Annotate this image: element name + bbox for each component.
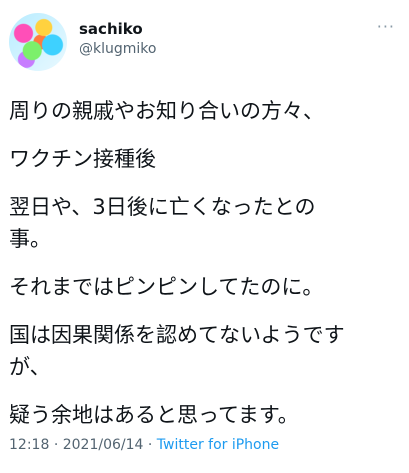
more-horizontal-icon[interactable]: ···: [377, 19, 395, 35]
tweet-line: ワクチン接種後: [9, 147, 156, 171]
tweet-time[interactable]: 12:18: [9, 437, 49, 453]
avatar[interactable]: [9, 13, 67, 71]
user-handle[interactable]: @klugmiko: [79, 40, 156, 58]
tweet-date[interactable]: 2021/06/14: [63, 437, 144, 453]
tweet-header: sachiko @klugmiko ···: [0, 0, 409, 90]
tweet-line: 国は因果関係を認めてないようです: [9, 323, 345, 347]
tweet-line: 事。: [9, 227, 51, 251]
tweet-line: それまではピンピンしてたのに。: [9, 275, 324, 299]
tweet-card: sachiko @klugmiko ··· 周りの親戚やお知り合いの方々、 ワク…: [0, 0, 409, 473]
tweet-line: が、: [9, 355, 51, 379]
tweet-text: 周りの親戚やお知り合いの方々、 ワクチン接種後 翌日や、3日後に亡くなったとの …: [9, 95, 401, 447]
tweet-line: 周りの親戚やお知り合いの方々、: [9, 99, 324, 123]
tweet-line: 翌日や、3日後に亡くなったとの: [9, 195, 316, 219]
tweet-meta: 12:18 · 2021/06/14 · Twitter for iPhone: [9, 437, 279, 453]
tweet-source-link[interactable]: Twitter for iPhone: [157, 437, 279, 453]
author-block[interactable]: sachiko @klugmiko: [79, 20, 156, 58]
meta-separator: ·: [53, 437, 59, 453]
tweet-line: 疑う余地はあると思ってます。: [9, 403, 299, 427]
meta-separator: ·: [147, 437, 153, 453]
display-name[interactable]: sachiko: [79, 20, 156, 38]
